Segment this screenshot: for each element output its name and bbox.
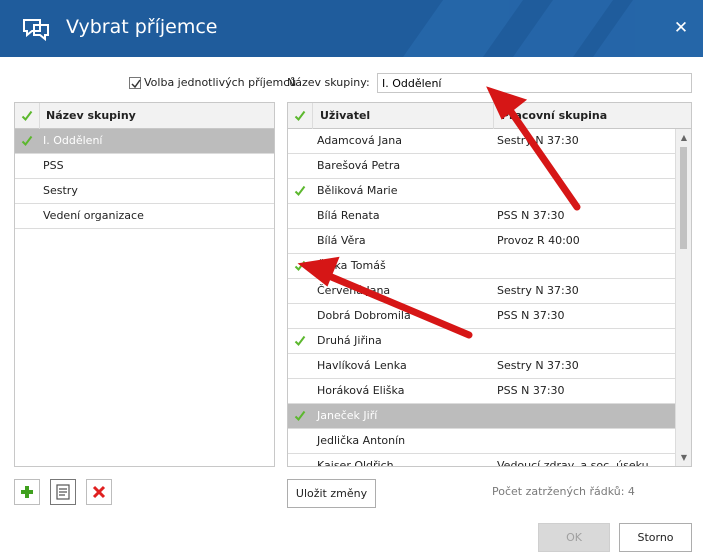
user-row[interactable]: Čejka Tomáš bbox=[288, 254, 677, 279]
edit-icon bbox=[56, 484, 70, 500]
groups-header: Název skupiny bbox=[15, 103, 274, 129]
edit-button[interactable] bbox=[50, 479, 76, 505]
user-name-cell: Janeček Jiří bbox=[317, 409, 378, 422]
user-name-cell: Horáková Eliška bbox=[317, 384, 405, 397]
individual-recipients-checkbox[interactable]: Volba jednotlivých příjemců bbox=[129, 76, 296, 89]
work-group-cell: Vedoucí zdrav. a soc. úseku bbox=[497, 459, 649, 467]
check-icon bbox=[21, 135, 33, 147]
user-name-cell: Bílá Věra bbox=[317, 234, 366, 247]
user-name-cell: Běliková Marie bbox=[317, 184, 398, 197]
checked-rows-count: Počet zatržených řádků: 4 bbox=[492, 485, 635, 498]
work-group-cell: PSS N 37:30 bbox=[497, 209, 565, 222]
users-grid: Uživatel Pracovní skupina Adamcová Jana S… bbox=[287, 102, 692, 467]
groups-grid: Název skupiny I. Oddělení PSS Sestry Ved… bbox=[14, 102, 275, 467]
title-bar: Vybrat příjemce ✕ bbox=[0, 0, 703, 57]
work-group-cell bbox=[493, 329, 677, 353]
work-group-cell bbox=[493, 179, 677, 203]
work-group-cell: PSS N 37:30 bbox=[497, 309, 565, 322]
work-group-cell bbox=[493, 154, 677, 178]
user-row[interactable]: Jedlička Antonín bbox=[288, 429, 677, 454]
close-icon[interactable]: ✕ bbox=[671, 18, 691, 38]
group-row[interactable]: Sestry bbox=[15, 179, 274, 204]
check-icon bbox=[294, 260, 306, 272]
user-row[interactable]: Barešová Petra bbox=[288, 154, 677, 179]
scroll-up-icon[interactable]: ▲ bbox=[676, 131, 691, 145]
add-icon bbox=[21, 486, 33, 498]
work-group-cell bbox=[493, 254, 677, 278]
group-row[interactable]: PSS bbox=[15, 154, 274, 179]
group-name-label: Název skupiny: bbox=[287, 76, 370, 89]
scroll-down-icon[interactable]: ▼ bbox=[676, 451, 691, 465]
group-name-cell: Sestry bbox=[43, 184, 78, 197]
user-name-cell: Bílá Renata bbox=[317, 209, 380, 222]
user-name-cell: Jedlička Antonín bbox=[317, 434, 406, 447]
user-name-cell: Adamcová Jana bbox=[317, 134, 402, 147]
user-row[interactable]: Druhá Jiřina bbox=[288, 329, 677, 354]
group-row[interactable]: I. Oddělení bbox=[15, 129, 274, 154]
group-name-input[interactable] bbox=[377, 73, 692, 93]
work-group-cell: Sestry N 37:30 bbox=[497, 359, 579, 372]
title-bar-decoration bbox=[403, 0, 703, 57]
user-name-cell: Havlíková Lenka bbox=[317, 359, 407, 372]
group-name-column-header[interactable]: Název skupiny bbox=[46, 103, 136, 129]
check-icon bbox=[294, 410, 306, 422]
work-group-cell: Provoz R 40:00 bbox=[497, 234, 580, 247]
group-name-cell: I. Oddělení bbox=[43, 134, 103, 147]
delete-icon bbox=[92, 485, 106, 499]
scrollbar-thumb[interactable] bbox=[680, 147, 687, 249]
work-group-cell: PSS N 37:30 bbox=[497, 384, 565, 397]
work-group-column-header[interactable]: Pracovní skupina bbox=[501, 103, 607, 129]
save-changes-button[interactable]: Uložit změny bbox=[287, 479, 376, 508]
user-row[interactable]: Bílá Věra Provoz R 40:00 bbox=[288, 229, 677, 254]
check-icon bbox=[21, 110, 33, 122]
add-button[interactable] bbox=[14, 479, 40, 505]
user-name-cell: Čejka Tomáš bbox=[317, 259, 386, 272]
chat-icon bbox=[23, 19, 49, 42]
user-name-cell: Kaiser Oldřich bbox=[317, 459, 394, 467]
user-row[interactable]: Havlíková Lenka Sestry N 37:30 bbox=[288, 354, 677, 379]
check-icon bbox=[294, 185, 306, 197]
user-row[interactable]: Bílá Renata PSS N 37:30 bbox=[288, 204, 677, 229]
user-row[interactable]: Janeček Jiří bbox=[288, 404, 677, 429]
user-name-cell: Dobrá Dobromila bbox=[317, 309, 411, 322]
window-title: Vybrat příjemce bbox=[66, 16, 218, 38]
user-row[interactable]: Adamcová Jana Sestry N 37:30 bbox=[288, 129, 677, 154]
group-name-cell: PSS bbox=[43, 159, 64, 172]
user-name-cell: Barešová Petra bbox=[317, 159, 401, 172]
cancel-button[interactable]: Storno bbox=[619, 523, 692, 552]
ok-button[interactable]: OK bbox=[538, 523, 610, 552]
user-row[interactable]: Červená Jana Sestry N 37:30 bbox=[288, 279, 677, 304]
user-name-cell: Červená Jana bbox=[317, 284, 391, 297]
user-row[interactable]: Dobrá Dobromila PSS N 37:30 bbox=[288, 304, 677, 329]
work-group-cell bbox=[493, 404, 677, 428]
checkbox-box[interactable] bbox=[129, 76, 141, 89]
work-group-cell: Sestry N 37:30 bbox=[497, 134, 579, 147]
work-group-cell bbox=[493, 429, 677, 453]
users-scrollbar[interactable]: ▲ ▼ bbox=[675, 129, 691, 466]
user-column-header[interactable]: Uživatel bbox=[320, 103, 370, 129]
work-group-cell: Sestry N 37:30 bbox=[497, 284, 579, 297]
user-name-cell: Druhá Jiřina bbox=[317, 334, 382, 347]
individual-recipients-label: Volba jednotlivých příjemců bbox=[144, 76, 297, 89]
check-icon bbox=[294, 335, 306, 347]
users-header: Uživatel Pracovní skupina bbox=[288, 103, 691, 129]
group-name-cell: Vedení organizace bbox=[43, 209, 144, 222]
user-row[interactable]: Kaiser Oldřich Vedoucí zdrav. a soc. úsek… bbox=[288, 454, 677, 467]
group-row[interactable]: Vedení organizace bbox=[15, 204, 274, 229]
user-row[interactable]: Běliková Marie bbox=[288, 179, 677, 204]
check-icon bbox=[294, 110, 306, 122]
delete-button[interactable] bbox=[86, 479, 112, 505]
user-row[interactable]: Horáková Eliška PSS N 37:30 bbox=[288, 379, 677, 404]
